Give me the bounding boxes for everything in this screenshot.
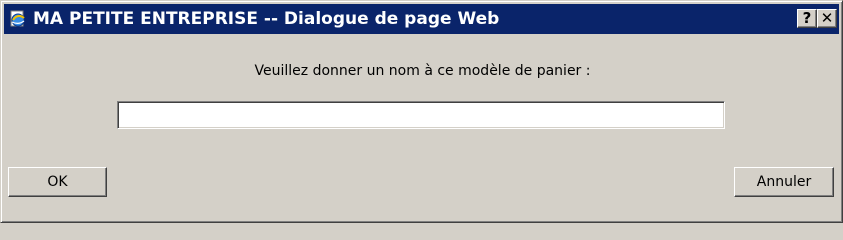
dialog-window: MA PETITE ENTREPRISE -- Dialogue de page… (0, 0, 843, 223)
title-bar[interactable]: MA PETITE ENTREPRISE -- Dialogue de page… (4, 4, 839, 34)
close-button[interactable]: ✕ (817, 9, 837, 28)
help-icon: ? (802, 9, 812, 27)
ie-page-icon (8, 9, 28, 29)
prompt-label: Veuillez donner un nom à ce modèle de pa… (254, 63, 591, 79)
ok-button[interactable]: OK (8, 167, 107, 197)
ok-button-label: OK (47, 174, 68, 190)
help-button[interactable]: ? (797, 9, 817, 28)
window-title: MA PETITE ENTREPRISE -- Dialogue de page… (33, 9, 500, 29)
cancel-button-label: Annuler (756, 174, 812, 190)
close-icon: ✕ (820, 9, 834, 27)
cancel-button[interactable]: Annuler (734, 167, 834, 197)
basket-name-input[interactable] (117, 101, 725, 129)
